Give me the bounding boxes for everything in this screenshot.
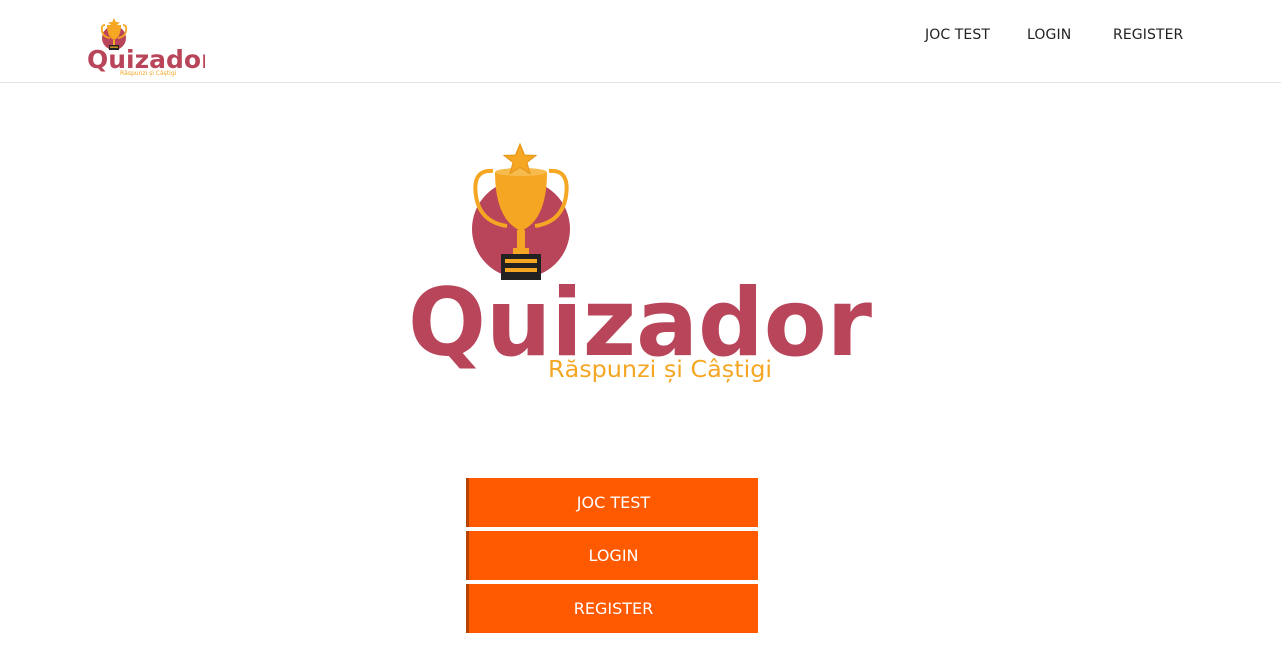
nav-register-link[interactable]: REGISTER <box>1113 27 1183 43</box>
joc-test-button[interactable]: JOC TEST <box>466 478 758 527</box>
svg-text:Răspunzi și Câștigi: Răspunzi și Câștigi <box>548 357 772 383</box>
nav-logo-link[interactable]: Quizador Răspunzi și Câștigi <box>85 16 214 80</box>
nav-joc-test-link[interactable]: JOC TEST <box>925 27 990 43</box>
login-button[interactable]: LOGIN <box>466 531 758 580</box>
register-button[interactable]: REGISTER <box>466 584 758 633</box>
top-navbar: Quizador Răspunzi și Câștigi JOC TEST LO… <box>0 0 1281 83</box>
trophy-logo-icon: Quizador Răspunzi și Câștigi <box>87 18 214 77</box>
nav-login-link[interactable]: LOGIN <box>1027 27 1071 43</box>
hero-logo: Quizador Răspunzi și Câștigi <box>400 138 880 388</box>
trophy-icon: Quizador Răspunzi și Câștigi <box>408 142 873 383</box>
svg-text:Răspunzi și Câștigi: Răspunzi și Câștigi <box>120 70 177 77</box>
